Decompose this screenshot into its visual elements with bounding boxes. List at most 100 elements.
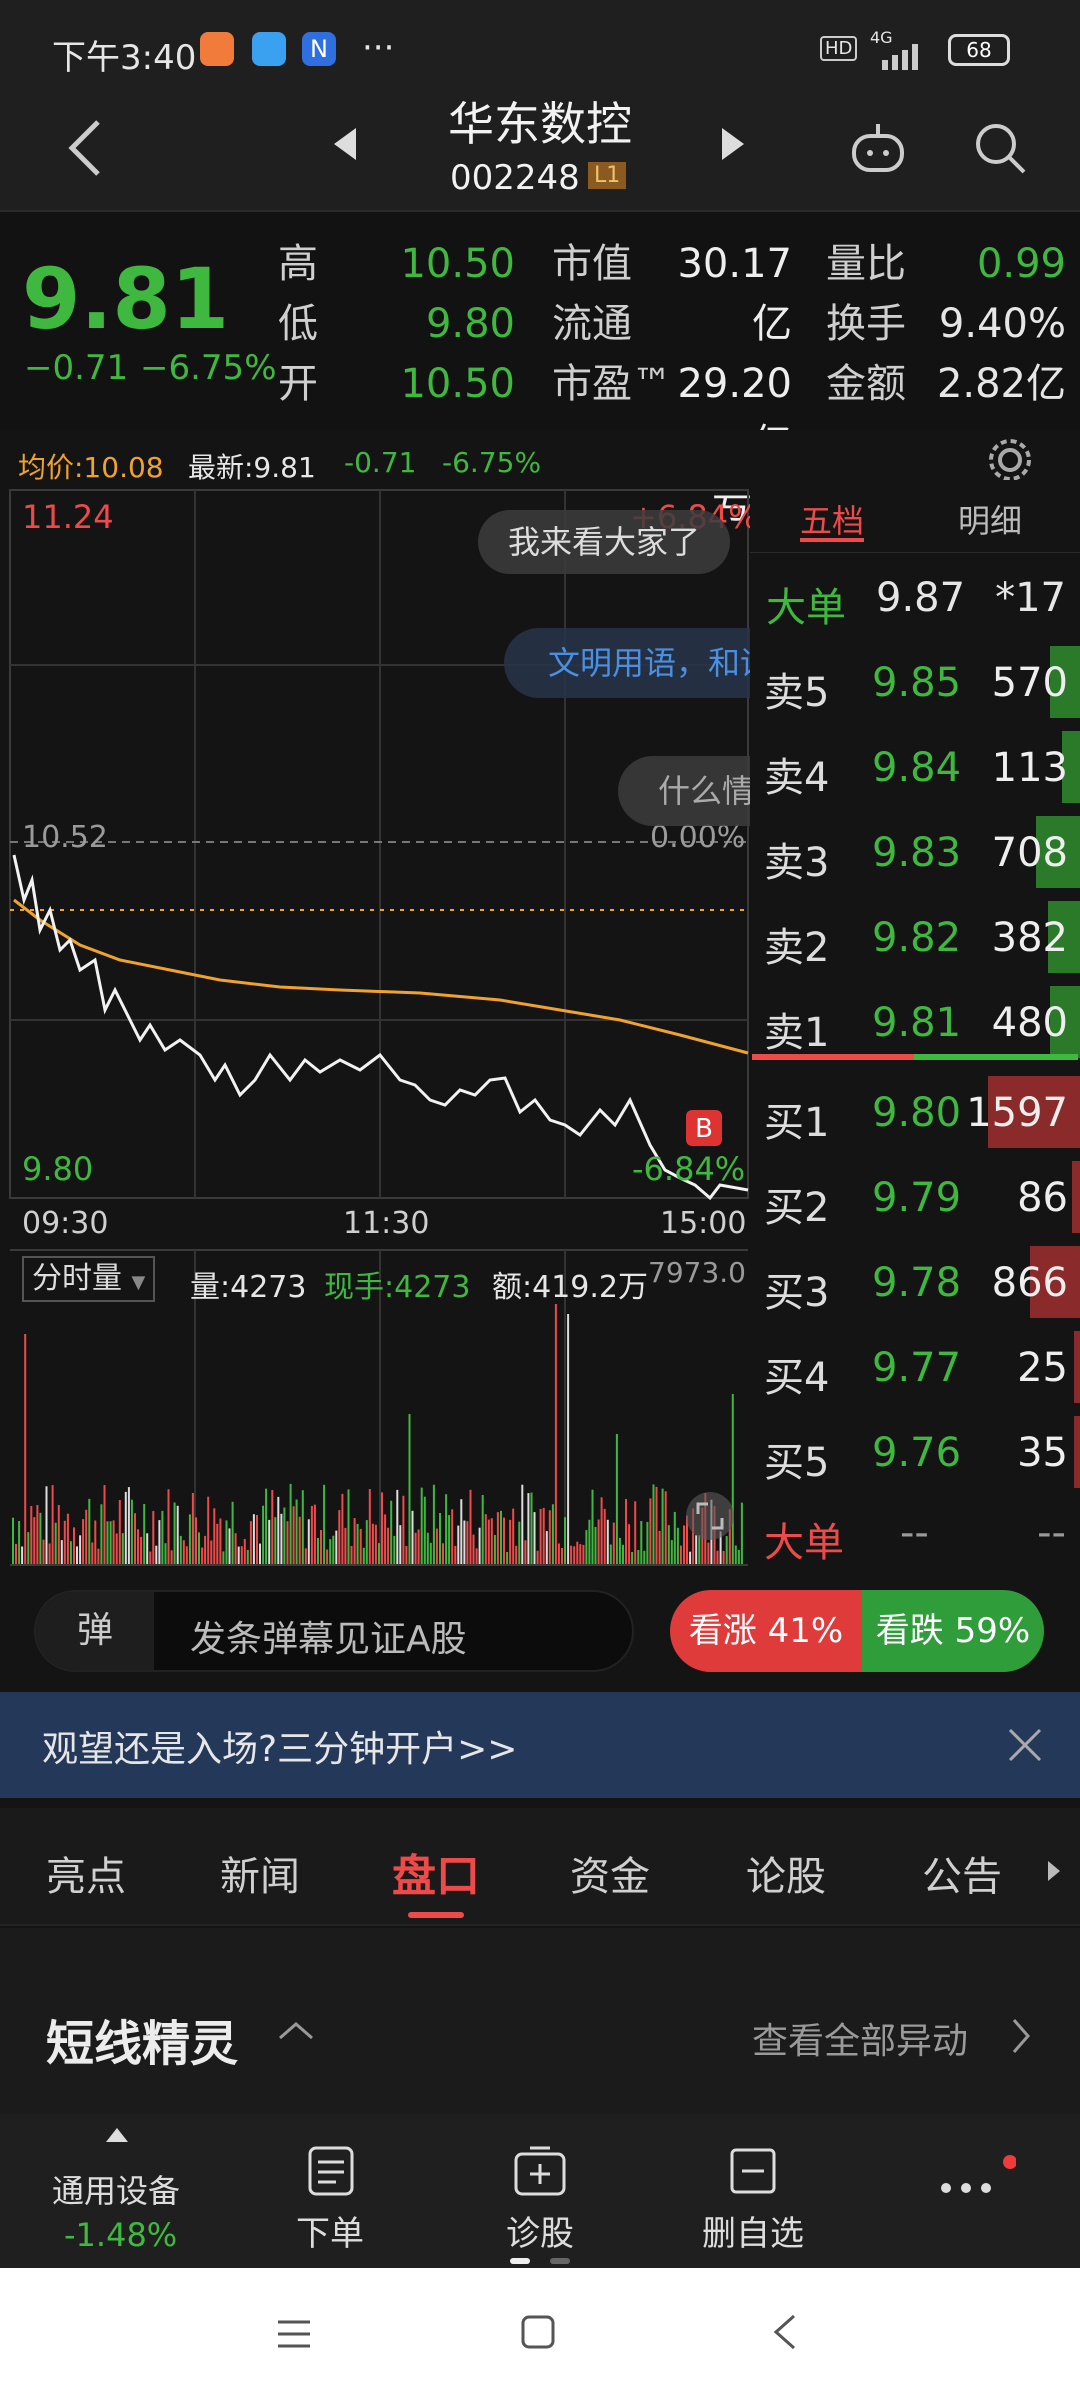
remove-watchlist-button[interactable]: 删自选 (702, 2206, 804, 2255)
volume-bar (164, 1543, 167, 1564)
status-time: 下午3:40 (52, 38, 197, 78)
back-icon[interactable] (60, 116, 110, 180)
volume-bar (429, 1542, 432, 1564)
ask-row[interactable]: 卖4 9.84 113 (750, 725, 1080, 810)
volume-bar (259, 1543, 261, 1564)
hlo-labels: 高 低 开 (278, 234, 318, 414)
content-tabs: 亮点 新闻 盘口 资金 论股 公告 (0, 1808, 1080, 1926)
y-min-label: 9.80 (22, 1150, 94, 1188)
volume-bar (289, 1483, 292, 1564)
diagnose-button[interactable]: 诊股 (506, 2206, 574, 2255)
volume-bar (54, 1522, 57, 1564)
search-icon[interactable] (970, 118, 1030, 178)
tab-five-levels[interactable]: 五档 (800, 496, 864, 542)
volume-bar (256, 1515, 258, 1564)
ask-row[interactable]: 卖3 9.83 708 (750, 810, 1080, 895)
volume-bar (707, 1542, 710, 1564)
volume-mode-dropdown[interactable]: 分时量 ▼ (22, 1256, 156, 1302)
volume-bar (561, 1548, 563, 1564)
bid-volume: 1597 (966, 1090, 1068, 1136)
volume-bar (554, 1304, 557, 1564)
time-tick-end: 15:00 (660, 1206, 747, 1241)
menu-icon[interactable] (274, 2316, 314, 2352)
low-value: 9.80 (425, 301, 515, 347)
bid-row[interactable]: 买5 9.76 35 (750, 1410, 1080, 1495)
danmaku-input[interactable]: 弹 发条弹幕见证A股 (34, 1590, 634, 1672)
tab-funds[interactable]: 资金 (570, 1844, 650, 1902)
volume-bar (106, 1521, 109, 1564)
ask-row[interactable]: 卖1 9.81 480 (750, 980, 1080, 1065)
tab-highlights[interactable]: 亮点 (46, 1844, 126, 1902)
buy-marker[interactable]: B (686, 1114, 722, 1144)
volume-bar (658, 1530, 661, 1564)
expand-icon[interactable] (684, 1490, 736, 1542)
bullish-button[interactable]: 看涨 41% (670, 1590, 862, 1672)
next-stock-icon[interactable] (718, 124, 748, 164)
ask-volume: 708 (991, 830, 1068, 876)
turn-value: 9.40% (938, 301, 1066, 347)
volume-bar (283, 1507, 286, 1564)
bid-row[interactable]: 买3 9.78 866 (750, 1240, 1080, 1325)
close-icon[interactable] (1006, 1726, 1044, 1764)
volume-bar (591, 1489, 594, 1564)
volume-bar (195, 1517, 197, 1564)
tab-forum[interactable]: 论股 (746, 1844, 826, 1902)
bearish-button[interactable]: 看跌 59% (862, 1590, 1044, 1672)
volume-bar (381, 1492, 383, 1564)
volume-bar (313, 1504, 316, 1564)
chevron-up-icon[interactable] (276, 2018, 316, 2044)
volume-bar (234, 1533, 237, 1564)
volume-bar (402, 1495, 405, 1564)
volume-bar (393, 1535, 396, 1564)
volume-bar (564, 1517, 566, 1564)
chevron-right-icon[interactable] (1010, 2016, 1032, 2056)
volume-bar (503, 1517, 505, 1564)
back-nav-icon[interactable] (770, 2312, 800, 2352)
volume-bar (225, 1520, 228, 1564)
ask-volume: 480 (991, 1000, 1068, 1046)
ask-level-label: 卖2 (764, 925, 830, 971)
more-notifications-icon: ··· (362, 28, 395, 68)
view-all-link[interactable]: 查看全部异动 (752, 2012, 968, 2064)
time-tick-start: 09:30 (22, 1206, 109, 1241)
prev-stock-icon[interactable] (330, 124, 360, 164)
tab-news[interactable]: 新闻 (220, 1844, 300, 1902)
volume-bar (130, 1499, 133, 1564)
intraday-chart[interactable]: 11.24 +6.84% 10.52 0.00% 9.80 -6.84% B 0… (0, 480, 758, 1570)
amt-value: 2.82亿 (936, 361, 1066, 407)
volume-bar (536, 1550, 539, 1564)
more-menu-icon[interactable] (936, 2154, 1016, 2214)
bid-row[interactable]: 买1 9.80 1597 (750, 1070, 1080, 1155)
volume-bar (173, 1502, 176, 1564)
more-tabs-icon[interactable] (1044, 1858, 1064, 1884)
volume-bar (280, 1513, 283, 1564)
volume-bar (246, 1549, 249, 1564)
volume-bar (21, 1546, 24, 1564)
robot-icon[interactable] (848, 120, 908, 176)
volume-bar (542, 1507, 545, 1564)
home-icon[interactable] (520, 2314, 556, 2350)
volume-bar (585, 1530, 588, 1564)
sector-name[interactable]: 通用设备 (52, 2166, 180, 2212)
volume-bar (496, 1512, 499, 1564)
tab-order-book[interactable]: 盘口 (392, 1840, 480, 1904)
hd-icon: HD (820, 36, 858, 61)
volume-bar (612, 1522, 615, 1564)
volume-bar (341, 1493, 344, 1564)
volume-bar (103, 1485, 106, 1564)
ask-row[interactable]: 卖5 9.85 570 (750, 640, 1080, 725)
volume-bar (475, 1548, 478, 1564)
ask-row[interactable]: 卖2 9.82 382 (750, 895, 1080, 980)
volume-bar (335, 1530, 338, 1564)
bid-row[interactable]: 买4 9.77 25 (750, 1325, 1080, 1410)
volume-bar (646, 1522, 649, 1564)
promo-banner[interactable]: 观望还是入场?三分钟开户>> (0, 1692, 1080, 1798)
bid-row[interactable]: 买2 9.79 86 (750, 1155, 1080, 1240)
latest-change-pct: -6.75% (442, 446, 542, 479)
active-tab-indicator (800, 538, 864, 542)
tab-announcements[interactable]: 公告 (922, 1844, 1002, 1902)
settings-gear-icon[interactable] (986, 436, 1034, 484)
tab-detail[interactable]: 明细 (958, 496, 1022, 542)
y-max-label: 11.24 (22, 498, 114, 536)
order-button[interactable]: 下单 (296, 2206, 364, 2255)
